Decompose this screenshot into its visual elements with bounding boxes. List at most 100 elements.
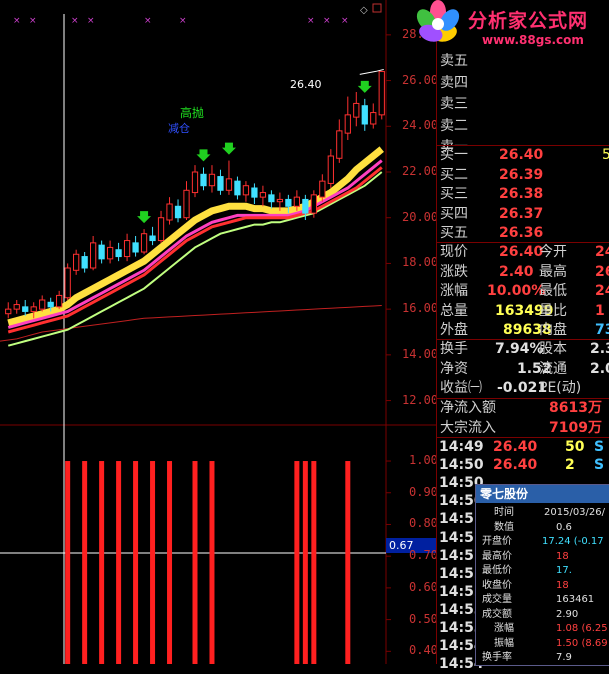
candle-body [242,185,250,196]
tick-time: 14:49 [439,439,484,455]
candle-body [106,246,114,260]
down-arrow-icon [196,149,211,162]
price-tick-label: 22.00 [402,164,439,178]
flow-row: 大宗流入 7109万 [437,419,609,438]
signal-bar [167,461,173,664]
candle-body [293,196,300,207]
brand-text: 分析家公式网 [468,10,589,32]
stat-value: 1 [595,302,605,319]
signal-bar [345,461,351,664]
stat-row: 现价 26.40今开 24 [437,243,609,262]
signal-bar [209,461,215,664]
price-tick-label: 20.00 [402,209,439,224]
signal-bar [294,461,300,664]
down-arrow-icon [357,80,372,93]
candle-body [327,155,334,184]
sell-level-row: 卖三 [437,95,609,114]
candle-body [123,240,131,258]
candle-body [56,294,63,308]
candle-body [166,203,173,221]
stat-label: 总量 [440,302,468,319]
flow-row: 净流入额 8613万 [437,399,609,418]
candle-body [268,194,275,203]
buy-level-row: 买四 26.37 [437,205,609,224]
signal-cross-icon: × [87,16,95,26]
buy-level-price: 26.36 [499,225,544,241]
candle-body [22,306,29,312]
tick-row: 14:50 26.40 2 S [437,456,609,475]
candle-body [200,173,207,187]
candle-body [90,242,97,269]
signal-cross-icon: × [13,16,21,26]
stat-row: 涨幅 10.00%最低 24 [437,282,609,301]
candle-body [64,267,71,299]
candle-body [47,301,54,308]
indicator-tick-label: 0.80 [409,516,438,531]
stat-label: 涨幅 [440,283,468,299]
diamond-icon[interactable]: ◇ [360,5,368,16]
kline-chart[interactable]: × × × × × × × × × ◇ [0,0,436,664]
candle-body [319,180,326,198]
stat-row: 涨跌 2.40 最高 26 [437,263,609,282]
stat-label: 流通 [539,360,567,377]
candle-body [353,102,360,118]
sell-level-row: 卖五 [437,52,609,71]
signal-cross-icon: × [307,16,315,26]
stat-row: 总量 163499 量比 1 [437,302,609,321]
stat-label: 换手 [440,341,468,357]
site-logo: 分析家公式网 www.88gs.com [410,0,609,52]
candle-body [174,205,182,219]
indicator-tick-label: 0.70 [409,548,438,563]
sell-level-row: 卖二 [437,117,609,136]
stat-label: 最高 [539,263,567,280]
stat-row: 换手 7.94%股本 2.3 [437,340,609,359]
sell-high-annotation: 高抛 [180,106,205,120]
candle-body [39,299,46,310]
down-arrow-icon [221,142,236,155]
price-tick-label: 26.00 [402,72,439,87]
sell-level-label: 卖五 [440,53,468,69]
candle-body [183,189,190,219]
tick-price: 26.40 [493,439,538,455]
buy-level-label: 买三 [440,186,468,202]
buy-level-label: 买四 [440,205,468,222]
price-tick-label: 16.00 [402,301,439,316]
tooltip-title: 零七股份 [476,485,609,503]
candle-body [208,173,216,187]
candle-body [251,187,258,198]
signal-cross-icon: × [323,16,331,26]
buy-level-price: 26.38 [499,186,544,202]
buy-level-price: 26.39 [499,166,544,183]
signal-bar [65,461,71,664]
stat-value: 24 [595,244,609,260]
indicator-tick-label: 0.60 [409,579,438,594]
candle-body [191,171,199,194]
stat-value: 7.94% [495,341,544,357]
candle-body [73,253,80,271]
signal-bar [192,461,198,664]
tick-flag: S [594,457,605,474]
flow-label: 大宗流入 [440,419,496,436]
candle-body [81,256,88,269]
sell-level-label: 卖二 [440,117,468,134]
flow-value: 7109万 [549,419,602,436]
candle-body [98,244,105,260]
signal-cross-icon: × [144,16,152,26]
signal-cross-icon: × [29,16,37,26]
candle-body [344,114,351,134]
flow-label: 净流入额 [440,400,496,416]
candle-body [234,180,241,196]
buy-level-label: 买一 [440,147,468,163]
candle-body [30,306,37,312]
collapse-box-icon[interactable] [372,3,382,13]
data-tooltip: 零七股份 时间 2015/03/26/数值 0.6 开盘价 17.24 (-0.17 最高… [475,484,609,666]
stat-label: PE(动) [539,380,582,396]
tick-row: 14:49 26.40 50 S [437,438,609,457]
stat-label: 内盘 [539,322,567,338]
indicator-tick-label: 0.90 [409,484,438,499]
tick-volume: 2 [565,457,575,474]
signal-cross-icon: × [179,16,187,26]
stat-label: 净资 [440,360,468,377]
tick-time: 14:50 [439,457,484,474]
sell-level-label: 卖三 [440,96,468,112]
